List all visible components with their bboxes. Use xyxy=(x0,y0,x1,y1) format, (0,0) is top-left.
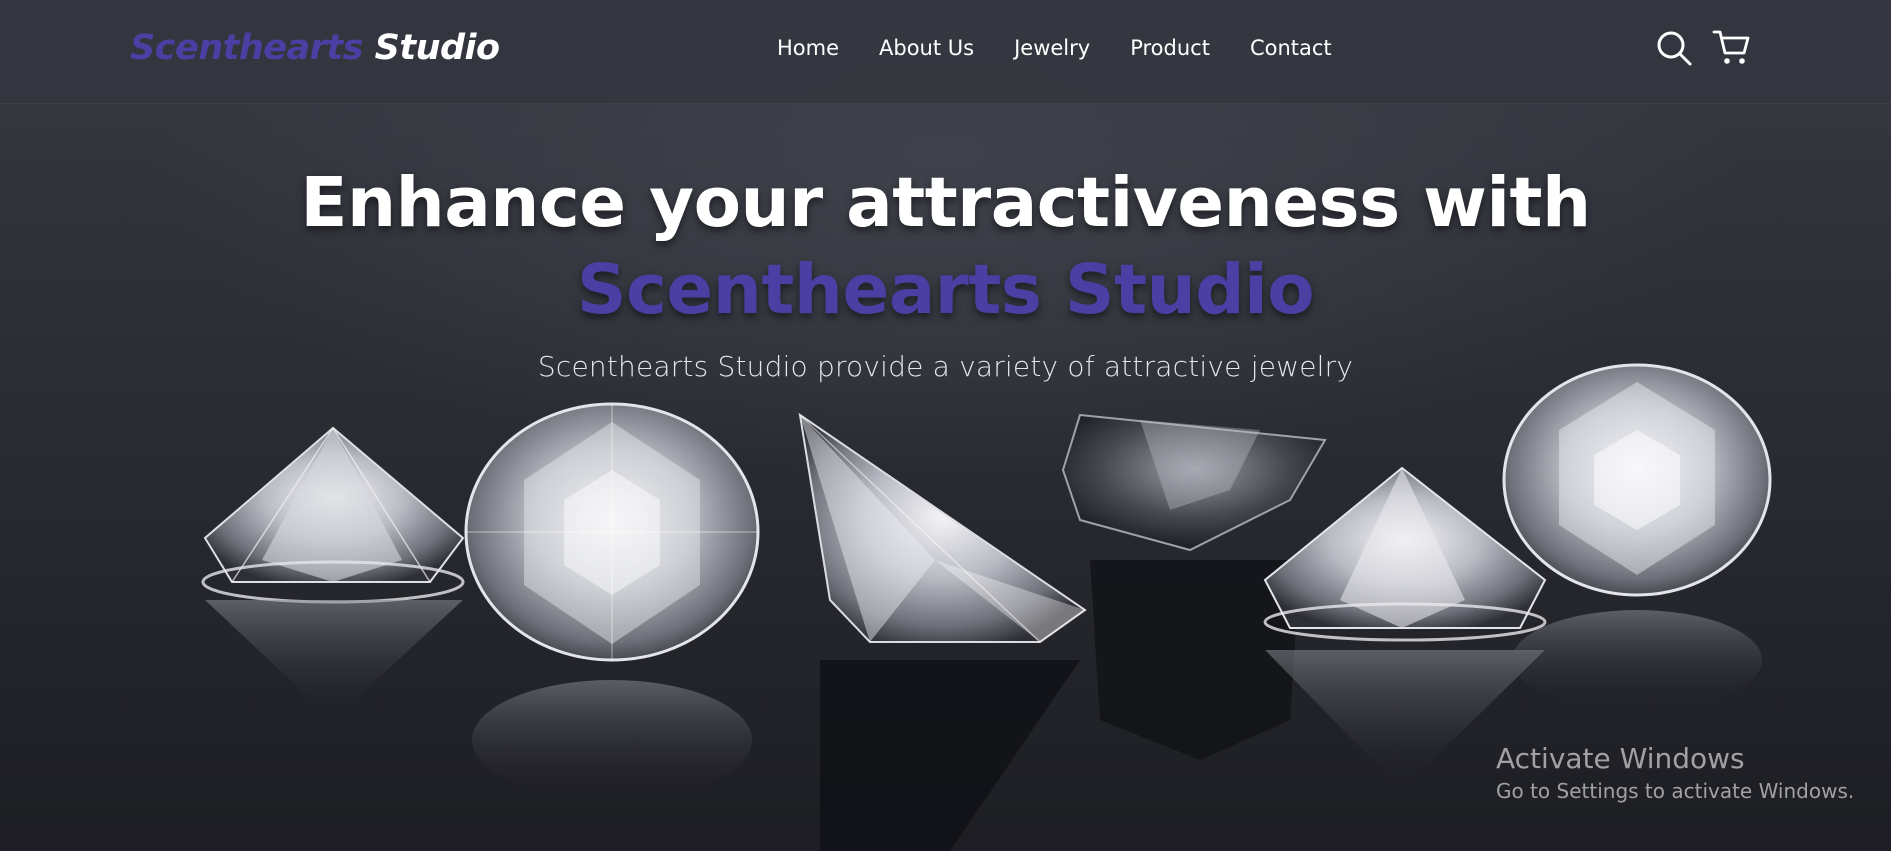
diamond-2 xyxy=(464,402,760,800)
hero-subtitle: Scenthearts Studio provide a variety of … xyxy=(537,350,1354,383)
landing-page: Scenthearts Studio Home About Us Jewelry… xyxy=(0,0,1891,851)
logo-brand-text: Scenthearts xyxy=(130,28,363,68)
watermark-subtitle: Go to Settings to activate Windows. xyxy=(1496,779,1855,803)
nav-link-jewelry[interactable]: Jewelry xyxy=(1014,36,1090,60)
diamond-3 xyxy=(798,412,1087,851)
windows-activation-watermark: Activate Windows Go to Settings to activ… xyxy=(1496,742,1854,806)
hero-title: Enhance your attractiveness with Scenthe… xyxy=(0,160,1891,334)
logo-studio-text: Studio xyxy=(374,28,500,68)
site-logo[interactable]: Scenthearts Studio xyxy=(130,28,500,68)
hero-title-brand: Scenthearts Studio xyxy=(576,250,1315,330)
diamond-1 xyxy=(201,426,465,720)
nav-link-home[interactable]: Home xyxy=(777,36,839,60)
nav-link-product[interactable]: Product xyxy=(1130,36,1210,60)
cart-icon[interactable] xyxy=(1712,28,1752,68)
diamond-6 xyxy=(1502,363,1772,710)
top-navbar: Scenthearts Studio Home About Us Jewelry… xyxy=(0,0,1891,104)
nav-link-about-us[interactable]: About Us xyxy=(879,36,974,60)
nav-link-contact[interactable]: Contact xyxy=(1250,36,1332,60)
search-icon[interactable] xyxy=(1654,28,1694,68)
main-nav: Home About Us Jewelry Product Contact xyxy=(777,33,1332,63)
watermark-title: Activate Windows xyxy=(1496,742,1745,775)
hero-title-line-1: Enhance your attractiveness with xyxy=(300,163,1591,243)
